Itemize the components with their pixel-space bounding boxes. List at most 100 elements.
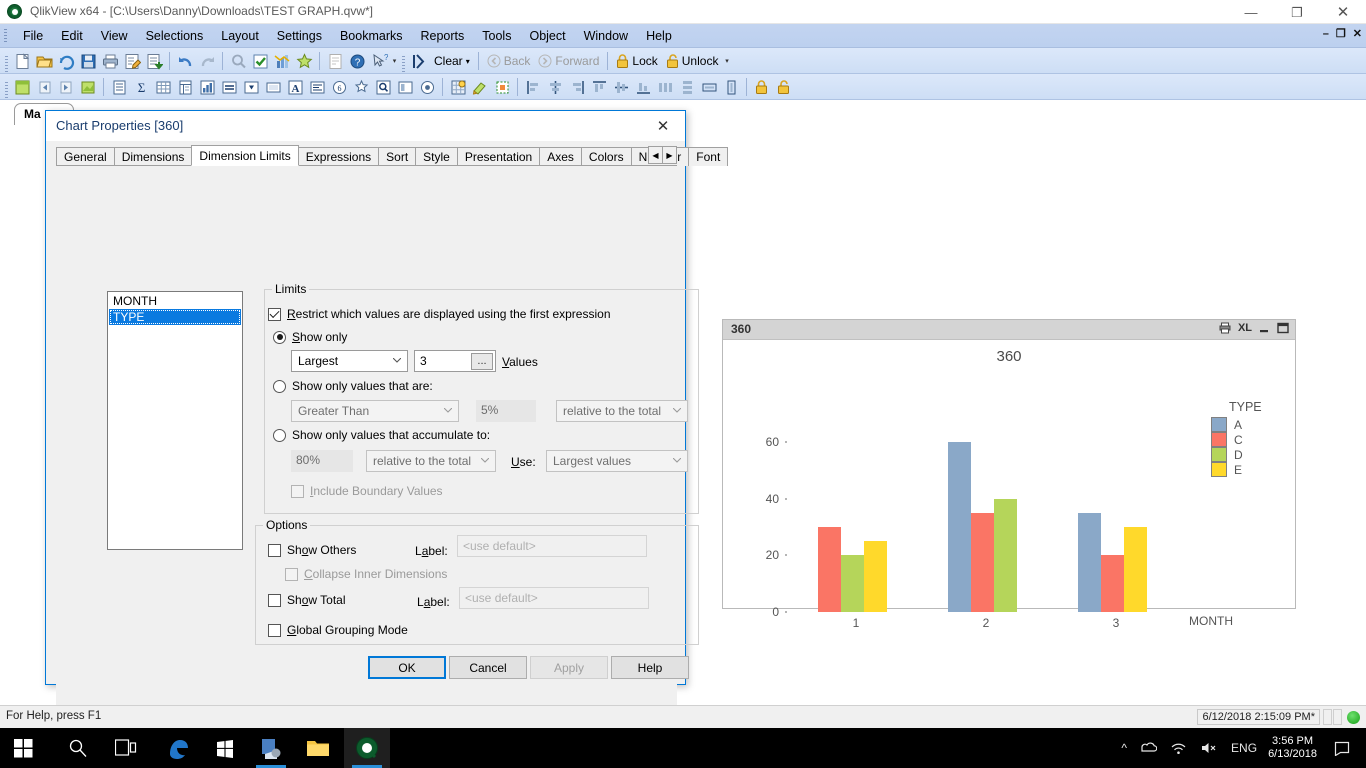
help-icon[interactable]: ? <box>346 50 368 72</box>
network-icon[interactable] <box>1164 741 1194 755</box>
cancel-button[interactable]: Cancel <box>449 656 527 679</box>
pivot-icon[interactable] <box>174 76 196 98</box>
mdi-close-button[interactable]: ✕ <box>1353 27 1362 40</box>
note-icon[interactable] <box>324 50 346 72</box>
show-others-checkbox[interactable]: Show Others <box>268 543 356 557</box>
sheet-icon[interactable] <box>11 76 33 98</box>
bar[interactable] <box>970 512 994 612</box>
chart-icon[interactable] <box>271 50 293 72</box>
align-right-icon[interactable] <box>566 76 588 98</box>
export-xl-icon[interactable]: XL <box>1238 322 1252 334</box>
input-box-icon[interactable] <box>262 76 284 98</box>
search-icon[interactable] <box>227 50 249 72</box>
window-minimize-button[interactable]: — <box>1228 0 1274 24</box>
text-object-icon[interactable]: A <box>284 76 306 98</box>
align-center-icon[interactable] <box>544 76 566 98</box>
window-maximize-button[interactable]: ❐ <box>1274 0 1320 24</box>
help-button[interactable]: Help <box>611 656 689 679</box>
percent-threshold-input[interactable]: 5% <box>476 400 536 422</box>
maximize-icon[interactable] <box>1277 322 1289 334</box>
largest-combo[interactable]: Largest <box>291 350 408 372</box>
search-icon[interactable] <box>55 728 101 768</box>
tab-font[interactable]: Font <box>688 147 729 166</box>
global-grouping-mode-checkbox[interactable]: Global Grouping Mode <box>268 623 408 637</box>
align-middle-icon[interactable] <box>610 76 632 98</box>
clear-button[interactable]: Clear ▾ <box>430 54 474 68</box>
lock-button[interactable]: Lock <box>612 53 661 69</box>
values-count-input[interactable]: 3 ... <box>414 350 496 372</box>
menu-item-edit[interactable]: Edit <box>52 24 92 48</box>
design-toolbar-grip[interactable] <box>5 81 8 98</box>
size-width-icon[interactable] <box>698 76 720 98</box>
accumulate-percent-input[interactable]: 80% <box>291 450 353 472</box>
space-vertical-icon[interactable] <box>676 76 698 98</box>
chart-object-360[interactable]: 360 XL 360 0 20 40 60 1 2 3 MONTH TYPE A… <box>722 319 1296 630</box>
minimize-icon[interactable] <box>1259 323 1270 334</box>
legend-item[interactable]: E <box>1211 462 1281 477</box>
show-desktop-button[interactable] <box>1357 728 1366 768</box>
listbox-icon[interactable] <box>108 76 130 98</box>
toolbar-overflow-button-2[interactable]: ▾ <box>722 50 731 72</box>
taskbar-clock[interactable]: 3:56 PM 6/13/2018 <box>1264 735 1327 761</box>
collapse-inner-dimensions-checkbox-box[interactable] <box>285 567 298 581</box>
bar[interactable] <box>1077 512 1101 612</box>
tab-next-button[interactable]: ▶ <box>662 146 677 164</box>
table-icon[interactable] <box>152 76 174 98</box>
show-total-label-input[interactable]: <use default> <box>459 587 649 609</box>
size-height-icon[interactable] <box>720 76 742 98</box>
menu-item-object[interactable]: Object <box>520 24 574 48</box>
greater-than-combo[interactable]: Greater Than <box>291 400 459 422</box>
layout-icon[interactable] <box>491 76 513 98</box>
redo-icon[interactable] <box>196 50 218 72</box>
unlock-object-icon[interactable] <box>773 76 795 98</box>
select-icon[interactable] <box>249 50 271 72</box>
accumulate-relative-combo[interactable]: relative to the total <box>366 450 496 472</box>
align-bottom-icon[interactable] <box>632 76 654 98</box>
search-object-icon[interactable] <box>372 76 394 98</box>
toolbar-overflow-button[interactable]: ▾ <box>390 50 399 72</box>
forward-button[interactable]: Forward <box>534 54 603 68</box>
apply-button[interactable]: Apply <box>530 656 608 679</box>
tab-colors[interactable]: Colors <box>580 147 632 166</box>
align-top-icon[interactable] <box>588 76 610 98</box>
use-combo[interactable]: Largest values <box>546 450 688 472</box>
language-indicator[interactable]: ENG <box>1224 741 1264 755</box>
slider-icon[interactable] <box>416 76 438 98</box>
lock-object-icon[interactable] <box>751 76 773 98</box>
collapse-inner-dimensions-checkbox[interactable]: Collapse Inner Dimensions <box>285 567 447 581</box>
tab-expressions[interactable]: Expressions <box>297 147 380 166</box>
bar[interactable] <box>840 555 864 612</box>
space-horizontal-icon[interactable] <box>654 76 676 98</box>
bar[interactable] <box>817 527 841 612</box>
bar-group[interactable]: 2 <box>921 442 1051 630</box>
favorite-icon[interactable] <box>293 50 315 72</box>
menu-item-view[interactable]: View <box>92 24 137 48</box>
show-only-radio[interactable]: Show only <box>273 330 347 344</box>
qlikview-icon[interactable] <box>344 728 390 768</box>
container-icon[interactable] <box>394 76 416 98</box>
chevron-down-icon[interactable]: ▾ <box>466 57 470 66</box>
store-icon[interactable] <box>202 728 248 768</box>
bar[interactable] <box>1100 555 1124 612</box>
start-icon[interactable] <box>0 728 46 768</box>
chevron-up-icon[interactable]: ^ <box>1114 741 1134 755</box>
bar[interactable] <box>1123 527 1147 612</box>
show-others-label-input[interactable]: <use default> <box>457 535 647 557</box>
menu-item-layout[interactable]: Layout <box>212 24 268 48</box>
next-sheet-icon[interactable] <box>55 76 77 98</box>
tab-general[interactable]: General <box>56 147 115 166</box>
action-center-icon[interactable] <box>1327 741 1357 756</box>
tab-presentation[interactable]: Presentation <box>456 147 541 166</box>
menu-item-bookmarks[interactable]: Bookmarks <box>331 24 412 48</box>
bar[interactable] <box>993 498 1017 612</box>
toolbar-grip-handle[interactable] <box>5 55 8 72</box>
show-total-checkbox-box[interactable] <box>268 593 281 607</box>
print-icon[interactable] <box>99 50 121 72</box>
menu-item-tools[interactable]: Tools <box>473 24 520 48</box>
tab-dimensions[interactable]: Dimensions <box>113 147 193 166</box>
straight-table-icon[interactable] <box>218 76 240 98</box>
legend-item[interactable]: C <box>1211 432 1281 447</box>
show-only-values-that-are-radio[interactable]: Show only values that are: <box>273 379 433 393</box>
dimension-list-item-type[interactable]: TYPE <box>109 309 241 325</box>
include-boundary-values-checkbox-box[interactable] <box>291 484 304 498</box>
